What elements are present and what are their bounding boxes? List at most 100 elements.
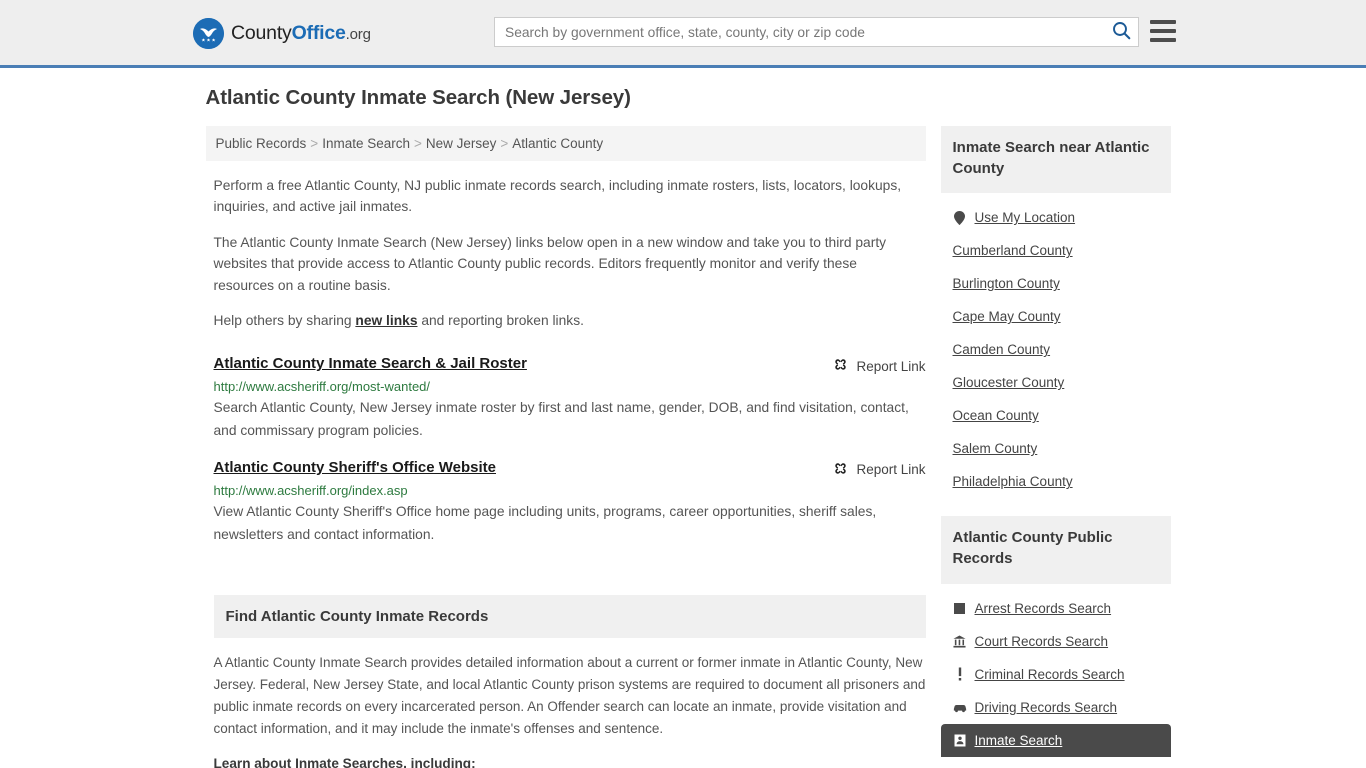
result-item: Atlantic County Inmate Search & Jail Ros… bbox=[214, 345, 926, 443]
courthouse-icon bbox=[953, 635, 967, 648]
main-content: Public Records > Inmate Search > New Jersey >… bbox=[205, 126, 926, 768]
result-title-link[interactable]: Atlantic County Sheriff's Office Website bbox=[214, 459, 497, 476]
search-input[interactable] bbox=[495, 19, 1104, 45]
sidebar-item-label: Court Records Search bbox=[974, 633, 1109, 649]
result-item-header: Atlantic County Sheriff's Office Website bbox=[214, 459, 926, 479]
sidebar-item-driving-records-search[interactable]: Driving Records Search bbox=[941, 691, 1171, 724]
report-link-button[interactable]: Report Link bbox=[833, 459, 926, 479]
list-item: Driving Records Search bbox=[941, 691, 1171, 724]
sidebar-item-salem-county[interactable]: Salem County bbox=[941, 432, 1171, 465]
sidebar-item-label: Gloucester County bbox=[952, 375, 1065, 391]
nearby-counties-list: Use My Location Cumberland County Burlin… bbox=[941, 193, 1171, 498]
intro-paragraph-1: Perform a free Atlantic County, NJ publi… bbox=[213, 178, 902, 215]
hamburger-bar bbox=[1150, 20, 1176, 24]
sidebar-item-label: Ocean County bbox=[952, 408, 1039, 424]
county-office-eagle-logo-icon bbox=[193, 18, 224, 49]
sidebar-item-criminal-records-search[interactable]: Criminal Records Search bbox=[941, 658, 1171, 691]
sidebar-item-label: Camden County bbox=[952, 342, 1051, 358]
exclamation-icon bbox=[953, 667, 967, 681]
sidebar: Inmate Search near Atlantic County Use M… bbox=[940, 126, 1171, 767]
sidebar-item-arrest-records-search[interactable]: Arrest Records Search bbox=[941, 592, 1171, 625]
public-records-list: Arrest Records Search Court Records Sear… bbox=[940, 584, 1171, 757]
broken-link-icon bbox=[833, 461, 848, 479]
result-item: Atlantic County Sheriff's Office Website bbox=[214, 449, 926, 547]
public-records-panel: Atlantic County Public Records Arrest Re… bbox=[940, 516, 1171, 757]
breadcrumb-separator: > bbox=[500, 136, 509, 151]
search-button[interactable] bbox=[1104, 18, 1138, 46]
list-item: Criminal Records Search bbox=[941, 658, 1171, 691]
report-link-button[interactable]: Report Link bbox=[833, 355, 926, 375]
result-title-link[interactable]: Atlantic County Inmate Search & Jail Ros… bbox=[214, 355, 527, 372]
page-title: Atlantic County Inmate Search (New Jerse… bbox=[205, 86, 631, 109]
sidebar-item-burlington-county[interactable]: Burlington County bbox=[941, 267, 1171, 300]
sidebar-item-inmate-search[interactable]: Inmate Search bbox=[940, 723, 1171, 757]
public-records-heading: Atlantic County Public Records bbox=[940, 516, 1171, 584]
report-link-label: Report Link bbox=[856, 358, 926, 374]
sidebar-item-label: Criminal Records Search bbox=[974, 666, 1125, 682]
logo-text-office: Office bbox=[291, 22, 346, 44]
sidebar-item-camden-county[interactable]: Camden County bbox=[941, 333, 1171, 366]
inmate-search-near-panel: Inmate Search near Atlantic County Use M… bbox=[940, 126, 1171, 498]
sidebar-item-ocean-county[interactable]: Ocean County bbox=[941, 399, 1171, 432]
sidebar-item-gloucester-county[interactable]: Gloucester County bbox=[941, 366, 1171, 399]
result-url: http://www.acsheriff.org/index.asp bbox=[213, 482, 408, 498]
site-logo-text: CountyOffice.org bbox=[231, 22, 371, 45]
site-header: CountyOffice.org bbox=[0, 0, 1366, 68]
list-item: Salem County bbox=[941, 432, 1171, 465]
hamburger-bar bbox=[1150, 29, 1176, 33]
list-item: Gloucester County bbox=[941, 366, 1171, 399]
sidebar-item-label: Cumberland County bbox=[952, 243, 1073, 259]
car-icon bbox=[953, 702, 967, 713]
sidebar-item-use-my-location[interactable]: Use My Location bbox=[941, 201, 1171, 234]
list-item: Court Records Search bbox=[941, 625, 1171, 658]
list-item: Arrest Records Search bbox=[941, 592, 1171, 625]
list-item: Ocean County bbox=[941, 399, 1171, 432]
inmate-search-near-heading: Inmate Search near Atlantic County bbox=[940, 126, 1171, 194]
breadcrumb-item-public-records[interactable]: Public Records bbox=[216, 136, 307, 151]
list-item: Camden County bbox=[941, 333, 1171, 366]
list-item: Use My Location bbox=[941, 201, 1171, 234]
hamburger-menu-icon[interactable] bbox=[1150, 20, 1176, 42]
report-link-label: Report Link bbox=[856, 462, 926, 478]
search-bar bbox=[494, 17, 1139, 47]
intro-paragraph-3: Help others by sharing new links and rep… bbox=[214, 310, 920, 331]
list-item: Inmate Search bbox=[940, 723, 1171, 757]
sidebar-item-court-records-search[interactable]: Court Records Search bbox=[941, 625, 1171, 658]
sidebar-item-label: Use My Location bbox=[974, 210, 1076, 226]
find-records-section-body: A Atlantic County Inmate Search provides… bbox=[214, 638, 926, 768]
logo-text-county: County bbox=[231, 22, 292, 44]
breadcrumb-separator: > bbox=[310, 136, 319, 151]
learn-about-heading: Learn about Inmate Searches, including: bbox=[213, 755, 476, 768]
sidebar-item-label: Arrest Records Search bbox=[974, 600, 1112, 616]
broken-link-icon bbox=[833, 357, 848, 375]
sidebar-item-philadelphia-county[interactable]: Philadelphia County bbox=[941, 465, 1171, 498]
sidebar-item-cumberland-county[interactable]: Cumberland County bbox=[941, 234, 1171, 267]
list-item: Cumberland County bbox=[941, 234, 1171, 267]
share-text-after: and reporting broken links. bbox=[417, 312, 584, 328]
search-icon bbox=[1112, 21, 1131, 43]
page-body: Atlantic County Inmate Search (New Jerse… bbox=[0, 68, 1366, 768]
intro-paragraph-2: The Atlantic County Inmate Search (New J… bbox=[213, 234, 887, 293]
sidebar-item-label: Inmate Search bbox=[974, 732, 1063, 748]
breadcrumb-item-new-jersey[interactable]: New Jersey bbox=[426, 136, 497, 151]
site-logo[interactable]: CountyOffice.org bbox=[193, 18, 371, 49]
id-card-icon bbox=[953, 734, 967, 747]
result-url: http://www.acsheriff.org/most-wanted/ bbox=[213, 379, 431, 395]
find-records-section-heading: Find Atlantic County Inmate Records bbox=[213, 595, 926, 639]
breadcrumb-item-inmate-search[interactable]: Inmate Search bbox=[322, 136, 410, 151]
list-item: Cape May County bbox=[941, 300, 1171, 333]
sidebar-item-cape-may-county[interactable]: Cape May County bbox=[941, 300, 1171, 333]
breadcrumb: Public Records > Inmate Search > New Jersey >… bbox=[205, 126, 926, 161]
result-item-header: Atlantic County Inmate Search & Jail Ros… bbox=[214, 355, 926, 375]
new-links-link[interactable]: new links bbox=[355, 313, 417, 328]
find-records-paragraph: A Atlantic County Inmate Search provides… bbox=[213, 655, 926, 736]
logo-text-org: .org bbox=[345, 26, 371, 43]
list-item: Burlington County bbox=[941, 267, 1171, 300]
map-pin-icon bbox=[953, 210, 967, 225]
share-text-before: Help others by sharing bbox=[213, 312, 356, 328]
sidebar-item-label: Burlington County bbox=[952, 276, 1060, 292]
result-description: View Atlantic County Sheriff's Office ho… bbox=[213, 503, 877, 542]
sidebar-item-label: Driving Records Search bbox=[974, 699, 1118, 715]
breadcrumb-item-atlantic-county[interactable]: Atlantic County bbox=[512, 136, 603, 151]
square-icon bbox=[953, 602, 967, 614]
